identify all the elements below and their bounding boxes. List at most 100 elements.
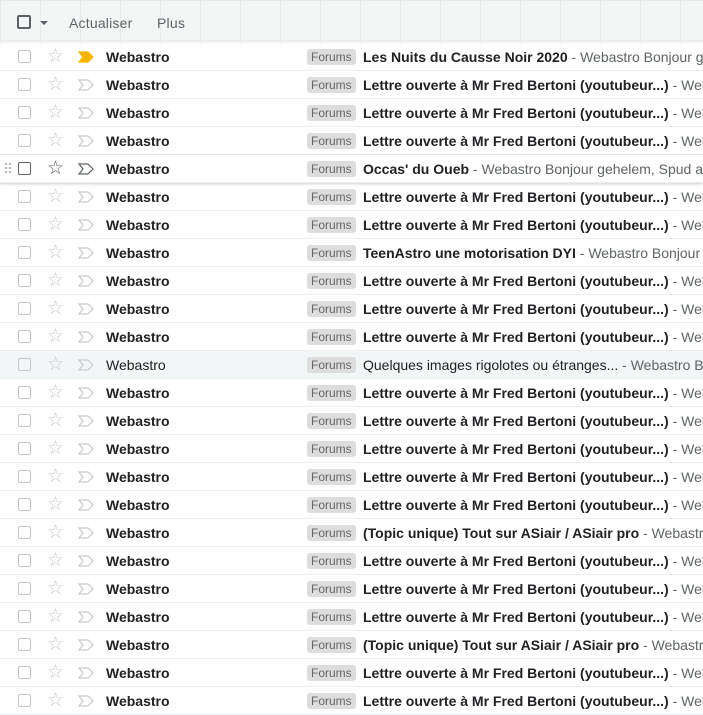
email-row[interactable]: ☆ Webastro Forums Lettre ouverte à Mr Fred … <box>0 379 703 407</box>
email-row[interactable]: ☆ Webastro Forums Lettre ouverte à Mr Fred … <box>0 127 703 155</box>
row-checkbox[interactable] <box>18 162 31 175</box>
star-icon[interactable]: ☆ <box>47 439 64 458</box>
email-row[interactable]: ☆ Webastro Forums Lettre ouverte à Mr Fred … <box>0 575 703 603</box>
email-row[interactable]: ☆ Webastro Forums Lettre ouverte à Mr Fred … <box>0 687 703 715</box>
label-badge[interactable]: Forums <box>307 301 356 317</box>
importance-marker-icon[interactable] <box>78 247 94 259</box>
importance-marker-icon[interactable] <box>78 415 94 427</box>
star-icon[interactable]: ☆ <box>47 579 64 598</box>
label-badge[interactable]: Forums <box>307 385 356 401</box>
importance-marker-icon[interactable] <box>78 275 94 287</box>
label-badge[interactable]: Forums <box>307 581 356 597</box>
row-checkbox[interactable] <box>18 386 31 399</box>
email-row[interactable]: ☆ Webastro Forums Lettre ouverte à Mr Fred … <box>0 267 703 295</box>
refresh-button[interactable]: Actualiser <box>69 15 132 31</box>
importance-marker-icon[interactable] <box>78 359 94 371</box>
row-checkbox[interactable] <box>18 694 31 707</box>
email-row[interactable]: ☆ Webastro Forums Lettre ouverte à Mr Fred … <box>0 491 703 519</box>
row-checkbox[interactable] <box>18 610 31 623</box>
email-row[interactable]: ☆ Webastro Forums TeenAstro une motorisatio… <box>0 239 703 267</box>
star-icon[interactable]: ☆ <box>47 495 64 514</box>
row-checkbox[interactable] <box>18 638 31 651</box>
row-checkbox[interactable] <box>18 50 31 63</box>
importance-marker-icon[interactable] <box>78 303 94 315</box>
label-badge[interactable]: Forums <box>307 553 356 569</box>
importance-marker-icon[interactable] <box>78 79 94 91</box>
importance-marker-icon[interactable] <box>78 667 94 679</box>
email-row[interactable]: ☆ Webastro Forums Lettre ouverte à Mr Fred … <box>0 435 703 463</box>
row-checkbox[interactable] <box>18 190 31 203</box>
label-badge[interactable]: Forums <box>307 665 356 681</box>
star-icon[interactable]: ☆ <box>47 215 64 234</box>
row-checkbox[interactable] <box>18 554 31 567</box>
importance-marker-icon[interactable] <box>78 611 94 623</box>
importance-marker-icon[interactable] <box>78 135 94 147</box>
importance-marker-icon[interactable] <box>78 387 94 399</box>
importance-marker-icon[interactable] <box>78 695 94 707</box>
star-icon[interactable]: ☆ <box>47 663 64 682</box>
importance-marker-icon[interactable] <box>78 499 94 511</box>
label-badge[interactable]: Forums <box>307 245 356 261</box>
select-all-checkbox[interactable] <box>17 15 31 29</box>
importance-marker-icon[interactable] <box>78 471 94 483</box>
importance-marker-icon[interactable] <box>78 163 94 175</box>
email-row[interactable]: ☆ Webastro Forums Lettre ouverte à Mr Fred … <box>0 211 703 239</box>
email-row[interactable]: ☆ Webastro Forums Lettre ouverte à Mr Fred … <box>0 407 703 435</box>
star-icon[interactable]: ☆ <box>47 411 64 430</box>
email-row[interactable]: ☆ Webastro Forums Lettre ouverte à Mr Fred … <box>0 547 703 575</box>
row-checkbox[interactable] <box>18 246 31 259</box>
star-icon[interactable]: ☆ <box>47 159 64 178</box>
star-icon[interactable]: ☆ <box>47 467 64 486</box>
star-icon[interactable]: ☆ <box>47 75 64 94</box>
importance-marker-icon[interactable] <box>78 527 94 539</box>
star-icon[interactable]: ☆ <box>47 551 64 570</box>
email-row[interactable]: ☆ Webastro Forums Lettre ouverte à Mr Fred … <box>0 659 703 687</box>
email-row[interactable]: ☆ Webastro Forums (Topic unique) Tout sur A… <box>0 631 703 659</box>
label-badge[interactable]: Forums <box>307 329 356 345</box>
importance-marker-icon[interactable] <box>78 331 94 343</box>
row-checkbox[interactable] <box>18 498 31 511</box>
star-icon[interactable]: ☆ <box>47 47 64 66</box>
row-checkbox[interactable] <box>18 582 31 595</box>
label-badge[interactable]: Forums <box>307 497 356 513</box>
label-badge[interactable]: Forums <box>307 217 356 233</box>
email-row[interactable]: ☆ Webastro Forums Lettre ouverte à Mr Fred … <box>0 603 703 631</box>
email-row[interactable]: ☆ Webastro Forums Lettre ouverte à Mr Fred … <box>0 295 703 323</box>
row-checkbox[interactable] <box>18 78 31 91</box>
label-badge[interactable]: Forums <box>307 161 356 177</box>
star-icon[interactable]: ☆ <box>47 635 64 654</box>
star-icon[interactable]: ☆ <box>47 299 64 318</box>
row-checkbox[interactable] <box>18 218 31 231</box>
email-row[interactable]: ☆ Webastro Forums Lettre ouverte à Mr Fred … <box>0 99 703 127</box>
label-badge[interactable]: Forums <box>307 469 356 485</box>
star-icon[interactable]: ☆ <box>47 243 64 262</box>
label-badge[interactable]: Forums <box>307 133 356 149</box>
label-badge[interactable]: Forums <box>307 525 356 541</box>
importance-marker-icon[interactable] <box>78 51 94 63</box>
row-checkbox[interactable] <box>18 442 31 455</box>
row-checkbox[interactable] <box>18 526 31 539</box>
row-checkbox[interactable] <box>18 414 31 427</box>
email-row[interactable]: ☆ Webastro Forums Lettre ouverte à Mr Fred … <box>0 71 703 99</box>
label-badge[interactable]: Forums <box>307 189 356 205</box>
star-icon[interactable]: ☆ <box>47 523 64 542</box>
row-checkbox[interactable] <box>18 470 31 483</box>
label-badge[interactable]: Forums <box>307 413 356 429</box>
star-icon[interactable]: ☆ <box>47 691 64 710</box>
star-icon[interactable]: ☆ <box>47 187 64 206</box>
star-icon[interactable]: ☆ <box>47 383 64 402</box>
label-badge[interactable]: Forums <box>307 357 356 373</box>
label-badge[interactable]: Forums <box>307 77 356 93</box>
drag-handle-icon[interactable] <box>5 163 13 175</box>
email-row[interactable]: ☆ Webastro Forums (Topic unique) Tout sur A… <box>0 519 703 547</box>
importance-marker-icon[interactable] <box>78 191 94 203</box>
star-icon[interactable]: ☆ <box>47 131 64 150</box>
row-checkbox[interactable] <box>18 302 31 315</box>
row-checkbox[interactable] <box>18 134 31 147</box>
importance-marker-icon[interactable] <box>78 107 94 119</box>
star-icon[interactable]: ☆ <box>47 103 64 122</box>
email-row[interactable]: ☆ Webastro Forums Occas' du Oueb - Webastro… <box>0 155 703 183</box>
importance-marker-icon[interactable] <box>78 219 94 231</box>
email-row[interactable]: ☆ Webastro Forums Quelques images rigolotes… <box>0 351 703 379</box>
email-row[interactable]: ☆ Webastro Forums Les Nuits du Causse Noir … <box>0 43 703 71</box>
